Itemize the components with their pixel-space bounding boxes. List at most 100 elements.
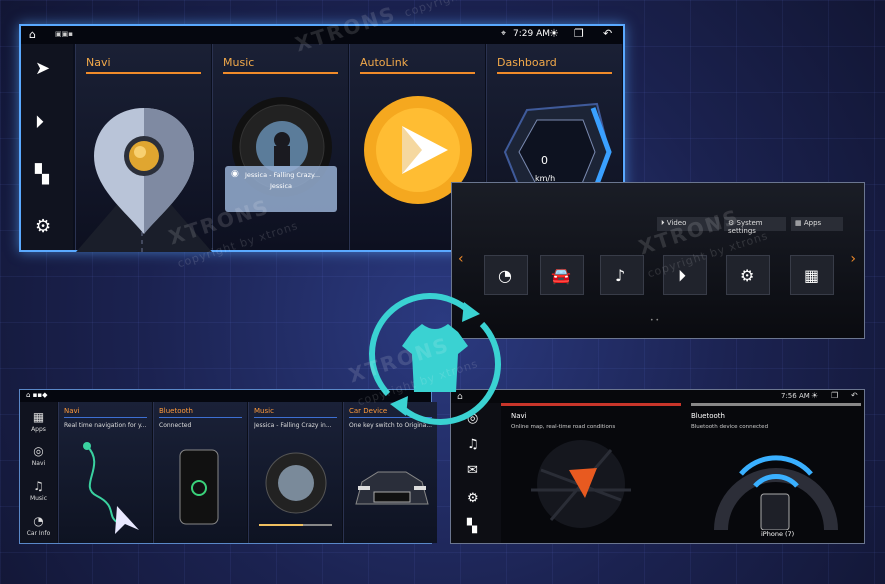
disc-mini-icon: ◉: [231, 169, 239, 179]
play-icon[interactable]: ⏵: [35, 112, 44, 133]
sidebar-label: Apps: [31, 426, 46, 433]
card-title: Bluetooth: [159, 407, 193, 415]
notification-icons: ▣▣▪: [55, 30, 73, 38]
carousel-item-apps[interactable]: ▦: [790, 255, 834, 295]
card-subtitle: Real time navigation for y...: [64, 422, 147, 429]
phone-icon: [179, 449, 219, 525]
apps-grid-icon: ▦: [804, 266, 820, 285]
sidebar-item-navi[interactable]: ◎ Navi: [20, 444, 57, 467]
tab-apps[interactable]: ▦ Apps: [791, 217, 843, 231]
carousel-item-car[interactable]: 🚘: [540, 255, 584, 295]
navi-icon: ◎: [33, 444, 44, 458]
map-pin-icon: [76, 108, 212, 252]
home-icon[interactable]: ⌂ ▪▪◆: [26, 391, 48, 399]
music-note-icon[interactable]: ♫: [467, 437, 479, 452]
song-title: Jessica - Falling Crazy...: [245, 171, 321, 179]
carousel-item-settings[interactable]: ⚙: [726, 255, 770, 295]
speed-value: 0: [541, 154, 548, 167]
apps-grid-icon[interactable]: ▚: [35, 164, 49, 185]
apps-carousel-screen: ⏵ Video ⚙ System settings ▦ Apps ‹ › ◔ 🚘…: [451, 182, 865, 339]
title-underline: [86, 72, 201, 74]
settings-gear-icon[interactable]: ⚙: [467, 491, 479, 506]
navi-title: Navi: [511, 412, 527, 420]
clock: 7:29 AM: [513, 29, 550, 39]
tab-label: Video: [666, 219, 687, 227]
tab-system-settings[interactable]: ⚙ System settings: [724, 217, 786, 235]
settings-gear-icon[interactable]: ⚙: [35, 216, 51, 237]
navigation-route-icon: [83, 442, 139, 534]
gauge-icon: ◔: [498, 266, 512, 285]
gear-icon: ⚙: [740, 266, 755, 285]
card-music[interactable]: Music Jessica - Falling Crazy in...: [248, 402, 342, 543]
music-note-icon: ♪: [615, 266, 626, 285]
brightness-icon[interactable]: ☀: [811, 391, 818, 400]
video-play-icon: ⏵: [678, 266, 687, 285]
window-icon[interactable]: ❐: [574, 27, 584, 40]
card-title: Music: [254, 407, 274, 415]
car-icon: 🚘: [551, 266, 571, 285]
title-underline: [360, 72, 475, 74]
device-name: iPhone (7): [761, 530, 795, 538]
title-underline: [159, 417, 242, 418]
card-music[interactable]: Music ◉ Jessica - Falling Crazy... Jessi…: [212, 44, 348, 250]
gear-icon: ⚙: [728, 219, 737, 227]
sidebar-item-car-info[interactable]: ◔ Car Info: [20, 514, 57, 537]
sidebar: ➤ ⏵ ▚ ⚙: [21, 44, 73, 250]
car-image: [355, 471, 429, 505]
apps-grid-icon[interactable]: ▚: [467, 519, 477, 534]
navigation-arrow-icon[interactable]: ➤: [35, 58, 50, 79]
tab-label: Apps: [803, 219, 822, 227]
apps-grid-icon: ▦: [32, 410, 45, 424]
sidebar-item-music[interactable]: ♫ Music: [20, 479, 57, 502]
bluetooth-signal-icon[interactable]: [711, 430, 841, 530]
card-navi[interactable]: Navi Real time navigation for y...: [58, 402, 152, 543]
card-title: AutoLink: [360, 56, 409, 69]
chevron-left-icon[interactable]: ‹: [458, 251, 464, 267]
bluetooth-title: Bluetooth: [691, 412, 725, 420]
map-pin-icon[interactable]: [531, 440, 641, 540]
carousel-item-video[interactable]: ⏵: [663, 255, 707, 295]
card-title: Music: [223, 56, 255, 69]
back-icon[interactable]: ↶: [603, 27, 612, 40]
album-disc: [265, 452, 327, 514]
active-indicator: [501, 403, 681, 406]
dark-home-screen: ⌂ 7:56 AM ☀ ❐ ↶ ◎ ♫ ✉ ⚙ ▚ Navi Online ma…: [450, 389, 865, 544]
window-icon[interactable]: ❐: [831, 391, 838, 400]
card-title: Dashboard: [497, 56, 557, 69]
inactive-indicator: [691, 403, 861, 406]
brightness-icon[interactable]: ☀: [549, 27, 559, 40]
progress-fill: [259, 524, 303, 526]
sidebar-label: Music: [29, 495, 48, 502]
artist-name: Jessica: [269, 182, 293, 190]
chat-icon[interactable]: ✉: [467, 463, 478, 478]
music-note-icon: ♫: [33, 479, 44, 493]
title-underline: [223, 72, 338, 74]
navi-subtitle: Online map, real-time road conditions: [511, 424, 616, 430]
back-icon[interactable]: ↶: [851, 391, 858, 400]
sidebar-label: Navi: [31, 460, 46, 467]
gauge-icon: ◔: [33, 514, 44, 528]
card-bluetooth[interactable]: Bluetooth Connected: [153, 402, 247, 543]
chevron-right-icon[interactable]: ›: [850, 251, 856, 267]
title-underline: [64, 417, 147, 418]
card-title: Navi: [64, 407, 80, 415]
progress-bar[interactable]: [259, 524, 332, 526]
status-bar: ⌂ ▣▣▪ ⌖ 7:29 AM ☀ ❐ ↶: [21, 26, 623, 44]
home-icon[interactable]: ⌂: [29, 28, 36, 41]
tab-video[interactable]: ⏵ Video: [657, 217, 719, 231]
sidebar-label: Car Info: [26, 530, 51, 537]
card-subtitle: Jessica - Falling Crazy in...: [254, 422, 332, 429]
carousel-item-music[interactable]: ♪: [600, 255, 644, 295]
sidebar-item-apps[interactable]: ▦ Apps: [20, 410, 57, 433]
clock: 7:56 AM: [781, 392, 810, 400]
now-playing-panel: ◉ Jessica - Falling Crazy... Jessica: [225, 166, 337, 212]
location-icon: ⌖: [501, 29, 507, 39]
card-subtitle: Connected: [159, 422, 192, 429]
title-underline: [497, 72, 612, 74]
card-title: Navi: [86, 56, 111, 69]
card-navi[interactable]: Navi: [75, 44, 212, 252]
sidebar: ▦ Apps ◎ Navi ♫ Music ◔ Car Info: [20, 402, 57, 543]
sync-theme-icon: [369, 293, 501, 425]
apps-icon: ▦: [795, 219, 804, 227]
status-bar: ⌂ 7:56 AM ☀ ❐ ↶: [451, 390, 864, 403]
